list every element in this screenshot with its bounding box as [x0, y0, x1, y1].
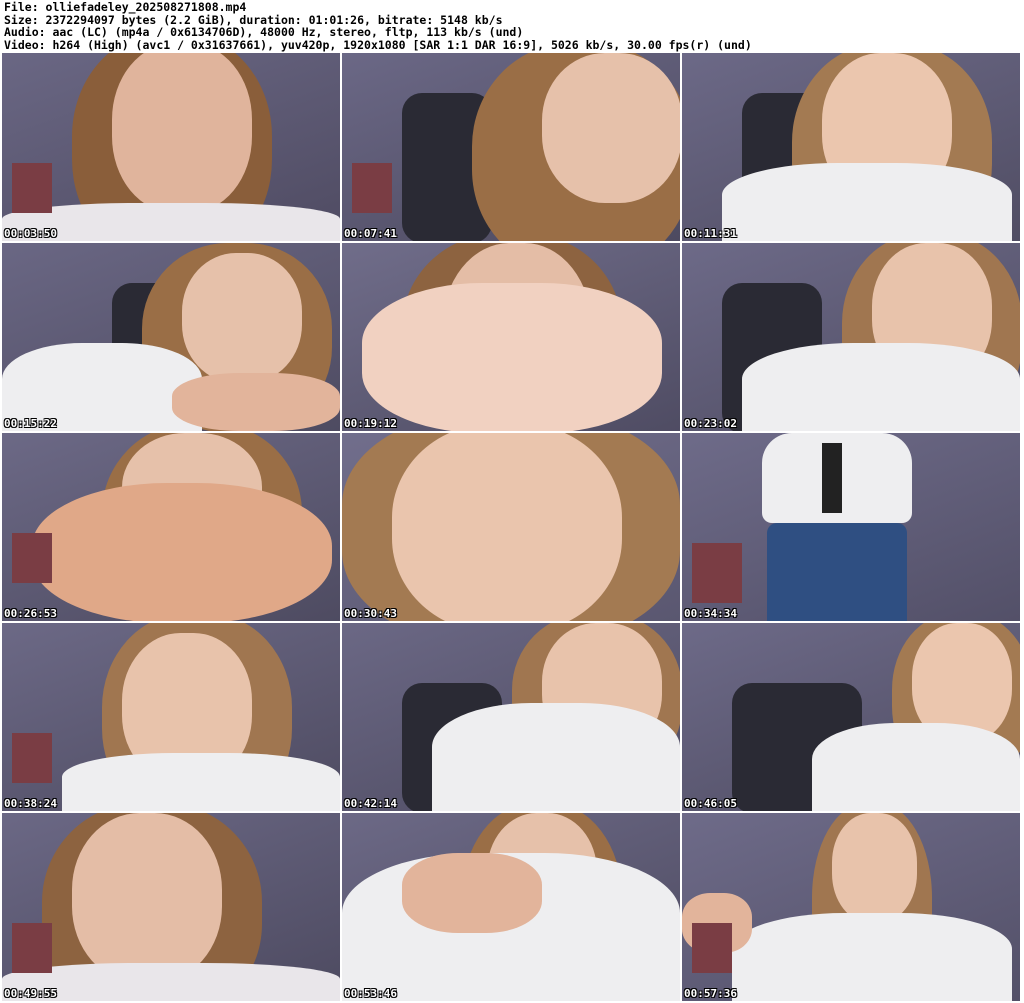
video-thumbnail[interactable]: 00:30:43: [342, 433, 680, 621]
thumbnail-timestamp: 00:03:50: [4, 227, 57, 240]
video-thumbnail[interactable]: 00:11:31: [682, 53, 1020, 241]
video-thumbnail[interactable]: 00:23:02: [682, 243, 1020, 431]
thumbnail-timestamp: 00:34:34: [684, 607, 737, 620]
thumbnail-timestamp: 00:38:24: [4, 797, 57, 810]
thumbnail-timestamp: 00:46:05: [684, 797, 737, 810]
thumbnail-timestamp: 00:15:22: [4, 417, 57, 430]
video-thumbnail[interactable]: 00:46:05: [682, 623, 1020, 811]
video-thumbnail[interactable]: 00:15:22: [2, 243, 340, 431]
video-thumbnail[interactable]: 00:03:50: [2, 53, 340, 241]
thumbnail-timestamp: 00:53:46: [344, 987, 397, 1000]
thumbnail-grid: 00:03:50 00:07:41 00:11:31 00:15:22 00:1…: [2, 53, 1020, 1001]
thumbnail-timestamp: 00:30:43: [344, 607, 397, 620]
video-thumbnail[interactable]: 00:19:12: [342, 243, 680, 431]
thumbnail-timestamp: 00:49:55: [4, 987, 57, 1000]
video-thumbnail[interactable]: 00:57:36: [682, 813, 1020, 1001]
video-thumbnail[interactable]: 00:42:14: [342, 623, 680, 811]
thumbnail-timestamp: 00:11:31: [684, 227, 737, 240]
video-thumbnail[interactable]: 00:34:34: [682, 433, 1020, 621]
video-thumbnail[interactable]: 00:07:41: [342, 53, 680, 241]
video-thumbnail[interactable]: 00:49:55: [2, 813, 340, 1001]
video-thumbnail[interactable]: 00:38:24: [2, 623, 340, 811]
file-name-line: File: olliefadeley_202508271808.mp4: [4, 0, 247, 14]
thumbnail-timestamp: 00:23:02: [684, 417, 737, 430]
thumbnail-timestamp: 00:42:14: [344, 797, 397, 810]
audio-line: Audio: aac (LC) (mp4a / 0x6134706D), 480…: [4, 25, 524, 39]
file-info-header: File: olliefadeley_202508271808.mp4 Size…: [4, 1, 1020, 51]
video-thumbnail[interactable]: 00:26:53: [2, 433, 340, 621]
video-line: Video: h264 (High) (avc1 / 0x31637661), …: [4, 37, 752, 52]
thumbnail-timestamp: 00:19:12: [344, 417, 397, 430]
thumbnail-timestamp: 00:57:36: [684, 987, 737, 1000]
thumbnail-timestamp: 00:07:41: [344, 227, 397, 240]
video-thumbnail[interactable]: 00:53:46: [342, 813, 680, 1001]
thumbnail-timestamp: 00:26:53: [4, 607, 57, 620]
